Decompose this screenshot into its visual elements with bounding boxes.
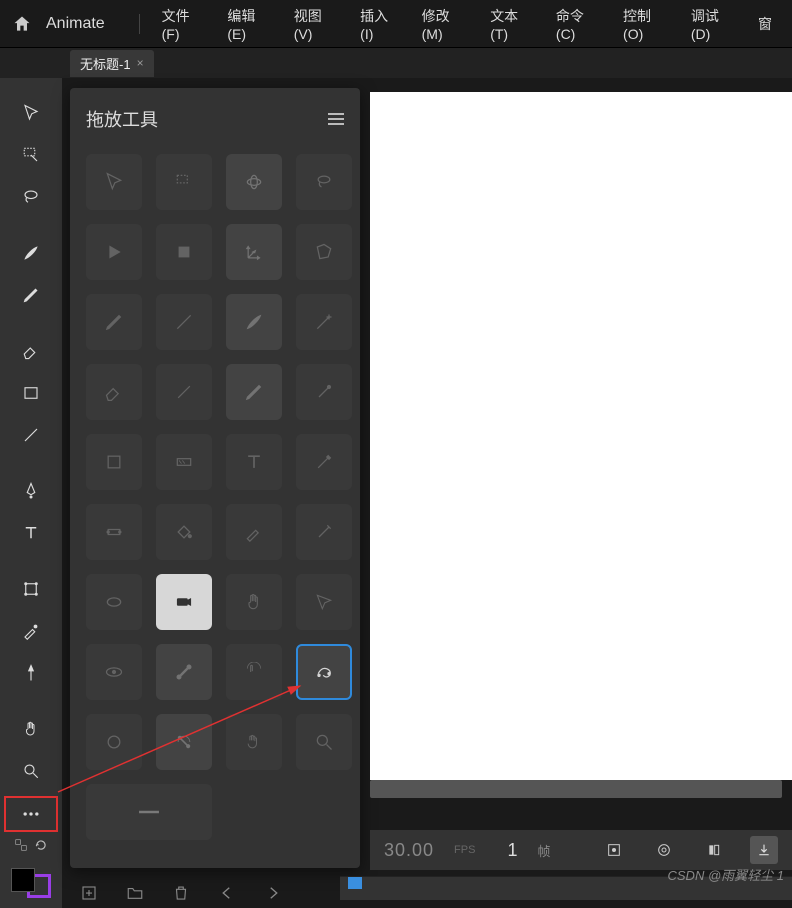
panel-selection-tool[interactable] — [86, 154, 142, 210]
menu-text[interactable]: 文本(T) — [482, 0, 540, 48]
menu-debug[interactable]: 调试(D) — [683, 0, 742, 48]
panel-hand-tool[interactable] — [226, 574, 282, 630]
watermark-text: CSDN @雨翼轻尘 1 — [668, 865, 785, 884]
stroke-color-swatch[interactable] — [11, 868, 35, 892]
panel-brush-tool[interactable] — [226, 294, 282, 350]
panel-ink-tool[interactable] — [296, 364, 352, 420]
drag-tools-panel: 拖放工具 — [70, 88, 360, 868]
delete-layer-icon[interactable] — [172, 884, 190, 902]
panel-play-tool[interactable] — [86, 224, 142, 280]
panel-eraser-tool[interactable] — [86, 364, 142, 420]
panel-subselection-tool[interactable] — [156, 154, 212, 210]
panel-stop-tool[interactable] — [156, 224, 212, 280]
eyedropper-tool[interactable] — [10, 610, 52, 652]
panel-pencil-tool[interactable] — [226, 364, 282, 420]
reset-colors-icon[interactable] — [34, 838, 48, 852]
menu-window[interactable]: 窗 — [750, 8, 780, 40]
timeline-status-bar: 30.00 FPS 1 帧 — [370, 830, 792, 870]
main-toolbar — [0, 78, 62, 908]
panel-bind-tool[interactable] — [296, 644, 352, 700]
panel-oval-tool[interactable] — [86, 574, 142, 630]
panel-eyedropper-tool[interactable] — [226, 504, 282, 560]
menu-view[interactable]: 视图(V) — [286, 0, 344, 48]
line-tool[interactable] — [10, 414, 52, 456]
panel-lasso-tool[interactable] — [296, 154, 352, 210]
panel-pencil-alt-tool[interactable] — [86, 294, 142, 350]
menu-edit[interactable]: 编辑(E) — [219, 0, 277, 48]
menu-separator — [139, 14, 140, 34]
panel-polygon-lasso-tool[interactable] — [296, 224, 352, 280]
layer-prev-icon[interactable] — [218, 884, 236, 902]
panel-anchor-tool[interactable] — [296, 574, 352, 630]
pencil-tool[interactable] — [10, 274, 52, 316]
panel-bucket-tool[interactable] — [156, 504, 212, 560]
brush-tool[interactable] — [10, 232, 52, 274]
panel-wand-tool[interactable] — [296, 294, 352, 350]
zoom-tool[interactable] — [10, 750, 52, 792]
app-header: Animate 文件(F) 编辑(E) 视图(V) 插入(I) 修改(M) 文本… — [0, 0, 792, 48]
color-swatches[interactable] — [1, 862, 61, 898]
panel-circle-tool[interactable] — [86, 714, 142, 770]
panel-ink-bottle-tool[interactable] — [296, 504, 352, 560]
app-name: Animate — [46, 15, 105, 33]
playhead-icon[interactable] — [348, 877, 362, 889]
layer-next-icon[interactable] — [264, 884, 282, 902]
pin-tool[interactable] — [10, 652, 52, 694]
timeline-panel-icon[interactable] — [700, 836, 728, 864]
fps-value: 30.00 — [384, 840, 434, 861]
close-icon[interactable]: × — [137, 56, 144, 70]
frame-label: 帧 — [537, 841, 550, 860]
document-tab-bar: 无标题-1 × — [0, 48, 792, 78]
panel-slash-tool[interactable] — [156, 364, 212, 420]
menu-file[interactable]: 文件(F) — [154, 0, 212, 48]
lasso-tool[interactable] — [10, 176, 52, 218]
stage-canvas[interactable] — [370, 92, 792, 780]
menu-control[interactable]: 控制(O) — [615, 0, 675, 48]
eraser-tool[interactable] — [10, 330, 52, 372]
panel-width-tool[interactable] — [86, 504, 142, 560]
panel-zoom-tool[interactable] — [296, 714, 352, 770]
timeline-export-icon[interactable] — [750, 836, 778, 864]
text-tool[interactable] — [10, 512, 52, 554]
subselection-tool[interactable] — [10, 134, 52, 176]
panel-title: 拖放工具 — [86, 106, 158, 132]
free-transform-tool[interactable] — [10, 568, 52, 610]
pen-tool[interactable] — [10, 470, 52, 512]
panel-axis-tool[interactable] — [226, 224, 282, 280]
panel-3d-rotate-tool[interactable] — [226, 154, 282, 210]
panel-line-alt-tool[interactable] — [156, 294, 212, 350]
panel-divider-tool[interactable] — [86, 784, 212, 840]
selection-tool[interactable] — [10, 92, 52, 134]
new-folder-icon[interactable] — [126, 884, 144, 902]
timeline-onion-icon[interactable] — [650, 836, 678, 864]
document-tab[interactable]: 无标题-1 × — [70, 50, 154, 77]
menu-command[interactable]: 命令(C) — [548, 0, 607, 48]
fps-label: FPS — [454, 844, 475, 856]
rectangle-tool[interactable] — [10, 372, 52, 414]
hand-tool[interactable] — [10, 708, 52, 750]
new-layer-icon[interactable] — [80, 884, 98, 902]
panel-rotate-hand-tool[interactable] — [226, 644, 282, 700]
panel-camera-tool[interactable] — [156, 574, 212, 630]
document-tab-title: 无标题-1 — [80, 54, 131, 73]
swap-colors-icon[interactable] — [14, 838, 28, 852]
panel-bone-tool[interactable] — [156, 644, 212, 700]
menu-insert[interactable]: 插入(I) — [352, 0, 405, 48]
panel-grab-tool[interactable] — [226, 714, 282, 770]
horizontal-scrollbar[interactable] — [370, 780, 782, 798]
panel-bind-pose-tool[interactable] — [156, 714, 212, 770]
timeline-keyframe-icon[interactable] — [600, 836, 628, 864]
menu-modify[interactable]: 修改(M) — [414, 0, 475, 48]
frame-value: 1 — [507, 840, 517, 861]
panel-text-tool[interactable] — [226, 434, 282, 490]
panel-paint-tool[interactable] — [296, 434, 352, 490]
panel-gradient-tool[interactable] — [156, 434, 212, 490]
panel-eye-tool[interactable] — [86, 644, 142, 700]
panel-menu-icon[interactable] — [328, 113, 344, 125]
more-tools-button[interactable] — [4, 796, 58, 832]
timeline-layer-buttons — [80, 884, 282, 902]
home-icon[interactable] — [12, 13, 32, 35]
panel-transform-tool[interactable] — [86, 434, 142, 490]
